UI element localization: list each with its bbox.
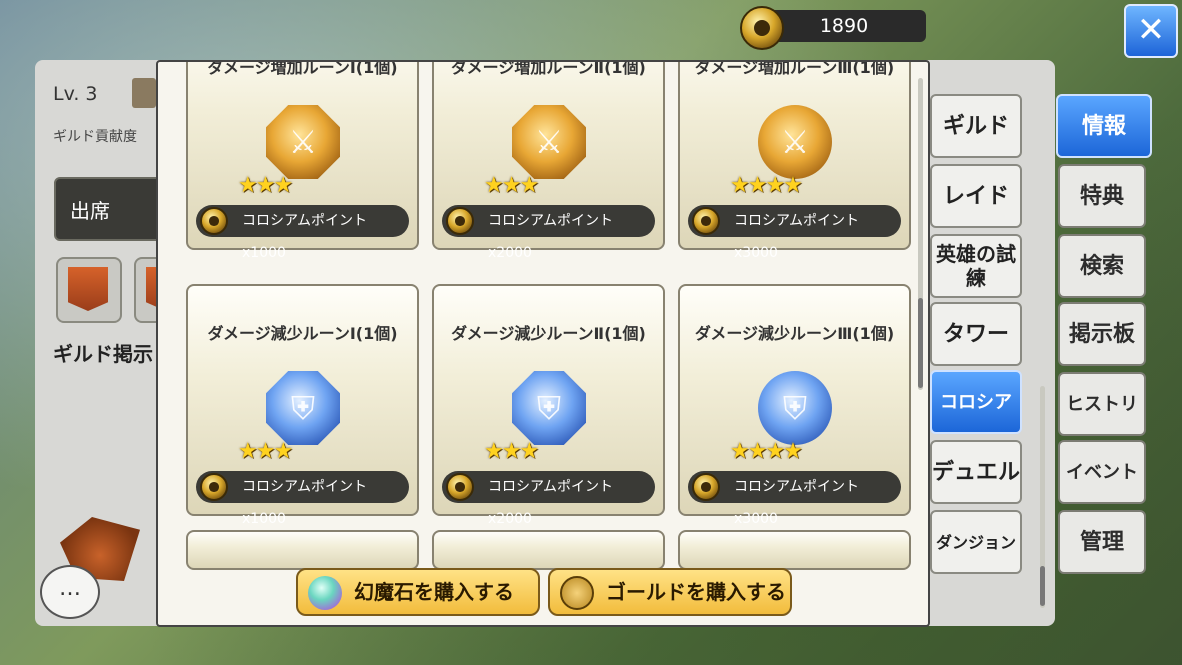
item-price: コロシアムポイントx2000: [442, 471, 655, 527]
item-name: ダメージ減少ルーンⅠ(1個): [207, 324, 398, 343]
star-rating: ★★★: [238, 439, 293, 464]
gem-icon: [308, 576, 342, 610]
shop-item-grid: ダメージ増加ルーンⅠ(1個) ⚔ ★★★ コロシアムポイントx1000 ダメージ…: [186, 60, 926, 570]
item-price: コロシアムポイントx1000: [196, 471, 409, 527]
star-rating: ★★★: [484, 439, 539, 464]
tab-scrollbar[interactable]: [1040, 386, 1045, 608]
currency-amount: 1890: [762, 10, 926, 42]
buy-gold-label: ゴールドを購入する: [606, 580, 786, 604]
gold-octagon-rune-icon: ⚔: [512, 105, 586, 179]
medal-coin-icon: [692, 473, 720, 501]
tab-guild[interactable]: ギルド: [930, 94, 1022, 158]
item-price: コロシアムポイントx1000: [196, 205, 409, 261]
gold-coin-icon: [560, 576, 594, 610]
shop-item-card[interactable]: [432, 530, 665, 570]
medal-coin-icon: [446, 473, 474, 501]
tab-history[interactable]: ヒストリー: [1058, 372, 1146, 477]
star-rating: ★★★: [238, 173, 293, 198]
currency-display: 1890: [740, 6, 926, 50]
medal-coin-icon: [200, 473, 228, 501]
tab-hero-trial[interactable]: 英雄の試練: [930, 234, 1022, 298]
attendance-button[interactable]: 出席: [54, 177, 164, 241]
medal-coin-icon: [446, 207, 474, 235]
shop-scrollbar[interactable]: [918, 78, 923, 390]
guild-board-label: ギルド掲示: [53, 342, 153, 366]
shop-item-card[interactable]: [186, 530, 419, 570]
tab-board[interactable]: 掲示板: [1058, 302, 1146, 366]
item-price: コロシアムポイントx3000: [688, 471, 901, 527]
gold-round-rune-icon: ⚔: [758, 105, 832, 179]
star-rating: ★★★★: [730, 439, 803, 464]
medal-coin-icon: [200, 207, 228, 235]
tab-search[interactable]: 検索: [1058, 234, 1146, 298]
tab-info[interactable]: 情報: [1056, 94, 1152, 158]
shop-item-card[interactable]: ダメージ減少ルーンⅢ(1個) ⛨ ★★★★ コロシアムポイントx3000: [678, 284, 911, 527]
guild-contribution-label: ギルド貢献度: [53, 129, 137, 145]
shop-item-card[interactable]: ダメージ増加ルーンⅠ(1個) ⚔ ★★★ コロシアムポイントx1000: [186, 60, 419, 261]
item-name: ダメージ増加ルーンⅡ(1個): [451, 60, 646, 77]
item-price-text: コロシアムポイントx3000: [734, 213, 860, 261]
medal-coin-icon: [740, 6, 784, 50]
gold-octagon-rune-icon: ⚔: [266, 105, 340, 179]
guild-flag-icon: [132, 78, 156, 108]
item-name: ダメージ減少ルーンⅡ(1個): [451, 324, 646, 343]
shop-item-card[interactable]: ダメージ減少ルーンⅠ(1個) ⛨ ★★★ コロシアムポイントx1000: [186, 284, 419, 527]
tab-event[interactable]: イベント: [1058, 440, 1146, 504]
chat-bubble-button[interactable]: …: [40, 565, 100, 619]
item-price-text: コロシアムポイントx1000: [242, 213, 368, 261]
item-price-text: コロシアムポイントx1000: [242, 479, 368, 527]
buy-gems-label: 幻魔石を購入する: [354, 580, 514, 604]
buy-gems-button[interactable]: 幻魔石を購入する: [296, 568, 540, 616]
guild-banner-icon[interactable]: [56, 257, 122, 323]
blue-octagon-rune-icon: ⛨: [266, 371, 340, 445]
tab-duel[interactable]: デュエル: [930, 440, 1022, 504]
item-price-text: コロシアムポイントx2000: [488, 479, 614, 527]
item-price-text: コロシアムポイントx2000: [488, 213, 614, 261]
tab-manage[interactable]: 管理: [1058, 510, 1146, 574]
guild-level: Lv. 3: [53, 83, 98, 105]
medal-coin-icon: [692, 207, 720, 235]
shop-item-card[interactable]: ダメージ減少ルーンⅡ(1個) ⛨ ★★★ コロシアムポイントx2000: [432, 284, 665, 527]
item-price: コロシアムポイントx2000: [442, 205, 655, 261]
tab-colosseum[interactable]: コロシアム: [930, 370, 1022, 475]
item-name: ダメージ減少ルーンⅢ(1個): [694, 324, 895, 343]
shop-panel: ダメージ増加ルーンⅠ(1個) ⚔ ★★★ コロシアムポイントx1000 ダメージ…: [156, 60, 930, 627]
tab-benefits[interactable]: 特典: [1058, 164, 1146, 228]
close-button[interactable]: ✕: [1124, 4, 1178, 58]
item-name: ダメージ増加ルーンⅢ(1個): [694, 60, 895, 77]
buy-gold-button[interactable]: ゴールドを購入する: [548, 568, 792, 616]
item-price-text: コロシアムポイントx3000: [734, 479, 860, 527]
shop-item-card[interactable]: ダメージ増加ルーンⅢ(1個) ⚔ ★★★★ コロシアムポイントx3000: [678, 60, 911, 261]
blue-round-rune-icon: ⛨: [758, 371, 832, 445]
tab-tower[interactable]: タワー: [930, 302, 1022, 366]
tab-raid[interactable]: レイド: [930, 164, 1022, 228]
tab-dungeon[interactable]: ダンジョン: [930, 510, 1022, 574]
item-name: ダメージ増加ルーンⅠ(1個): [207, 60, 398, 77]
item-price: コロシアムポイントx3000: [688, 205, 901, 261]
star-rating: ★★★: [484, 173, 539, 198]
shop-item-card[interactable]: [678, 530, 911, 570]
blue-octagon-rune-icon: ⛨: [512, 371, 586, 445]
shop-item-card[interactable]: ダメージ増加ルーンⅡ(1個) ⚔ ★★★ コロシアムポイントx2000: [432, 60, 665, 261]
star-rating: ★★★★: [730, 173, 803, 198]
